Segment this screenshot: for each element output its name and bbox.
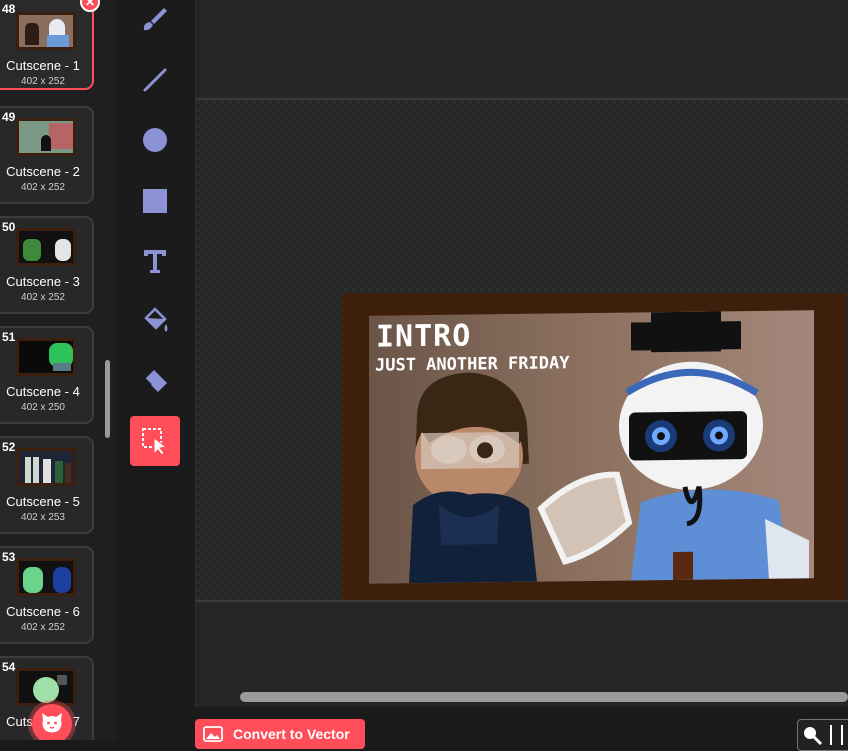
brush-tool[interactable] (130, 0, 180, 44)
costume-item-52[interactable]: 52 Cutscene - 5 402 x 253 (0, 436, 94, 534)
costume-list-scrollbar[interactable] (105, 360, 110, 438)
line-tool[interactable] (130, 55, 180, 105)
tool-column (116, 0, 195, 740)
cat-icon (42, 713, 62, 733)
fill-icon (144, 307, 168, 332)
circle-tool[interactable] (130, 115, 180, 165)
costume-name: Cutscene - 3 (6, 274, 80, 289)
costume-thumbnail (16, 338, 76, 376)
costume-thumbnail (16, 228, 76, 266)
costume-thumbnail (16, 558, 76, 596)
rectangle-tool[interactable] (130, 176, 180, 226)
costume-number: 54 (2, 660, 16, 674)
costume-name: Cutscene - 1 (6, 58, 80, 73)
add-costume-button[interactable] (32, 704, 72, 740)
eraser-tool[interactable] (130, 356, 180, 406)
costume-thumbnail (16, 668, 76, 706)
costume-name: Cutscene - 5 (6, 494, 80, 509)
costume-number: 51 (2, 330, 16, 344)
circle-icon (143, 128, 167, 152)
costume-name: Cutscene - 2 (6, 164, 80, 179)
costume-item-53[interactable]: 53 Cutscene - 6 402 x 252 (0, 546, 94, 644)
text-icon (144, 250, 166, 273)
costume-size: 402 x 252 (21, 182, 65, 193)
eraser-icon (144, 370, 167, 392)
convert-to-vector-button[interactable]: Convert to Vector (195, 719, 365, 749)
artwork-characters (409, 311, 809, 584)
paint-canvas-area[interactable]: INTRO JUST ANOTHER FRIDAY (195, 0, 848, 709)
costume-thumbnail (16, 448, 76, 486)
bottom-bar: Convert to Vector (195, 707, 848, 751)
costume-item-51[interactable]: 51 Cutscene - 4 402 x 250 (0, 326, 94, 424)
close-icon: ✕ (84, 0, 96, 9)
canvas-margin-top (196, 0, 848, 100)
brush-icon (143, 8, 167, 31)
costume-size: 402 x 253 (21, 512, 65, 523)
zoom-controls[interactable] (797, 719, 848, 751)
costume-number: 50 (2, 220, 16, 234)
select-tool[interactable] (130, 416, 180, 466)
costume-size: 402 x 250 (21, 402, 65, 413)
costume-item-50[interactable]: 50 Cutscene - 3 402 x 252 (0, 216, 94, 314)
scale-tick-icon (830, 725, 832, 745)
costume-list: 48 Cutscene - 1 402 x 252 ✕ 49 Cutscene … (0, 0, 116, 740)
costume-item-48[interactable]: 48 Cutscene - 1 402 x 252 ✕ (0, 0, 100, 90)
select-icon (142, 428, 168, 456)
costume-item-49[interactable]: 49 Cutscene - 2 402 x 252 (0, 106, 94, 204)
delete-costume-button[interactable]: ✕ (80, 0, 100, 12)
text-tool[interactable] (130, 236, 180, 286)
costume-size: 402 x 252 (21, 292, 65, 303)
costume-name: Cutscene - 6 (6, 604, 80, 619)
costume-number: 53 (2, 550, 16, 564)
fill-tool[interactable] (130, 296, 180, 346)
artwork-scene: INTRO JUST ANOTHER FRIDAY (369, 310, 814, 584)
costume-name: Cutscene - 4 (6, 384, 80, 399)
costume-number: 49 (2, 110, 16, 124)
costume-size: 402 x 252 (21, 622, 65, 633)
costume-number: 48 (2, 2, 16, 16)
costume-number: 52 (2, 440, 16, 454)
canvas-checkerboard[interactable]: INTRO JUST ANOTHER FRIDAY (196, 100, 848, 607)
costume-thumbnail (16, 12, 76, 50)
costume-size: 402 x 252 (21, 76, 65, 87)
line-icon (143, 68, 167, 92)
rectangle-icon (143, 189, 167, 213)
horizontal-scrollbar[interactable] (240, 692, 848, 702)
scale-tick-icon (841, 725, 843, 745)
costume-thumbnail (16, 118, 76, 156)
brush-size-icon (804, 727, 823, 745)
costume-artwork[interactable]: INTRO JUST ANOTHER FRIDAY (342, 293, 846, 607)
